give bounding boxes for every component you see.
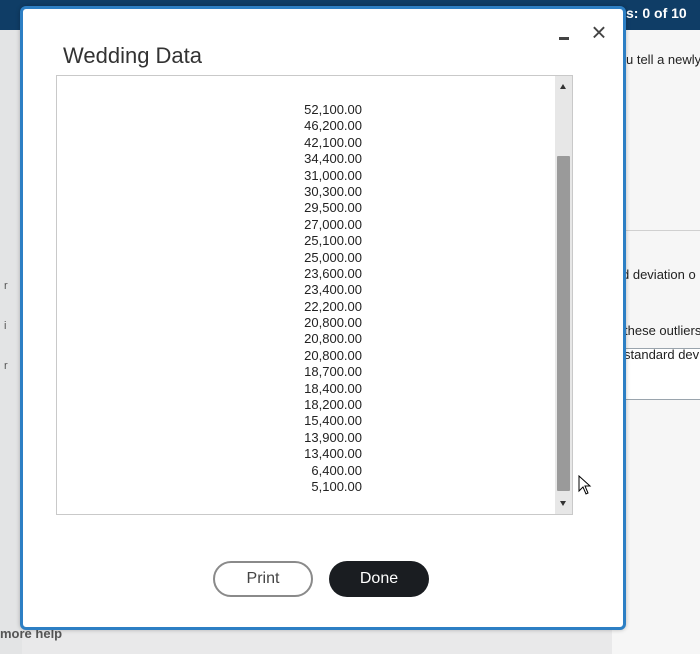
list-item: 22,200.00 (304, 298, 362, 314)
background-answer-text: these outliers (624, 323, 700, 338)
list-item: 34,400.00 (304, 151, 362, 167)
scroll-down-arrow-icon[interactable] (560, 501, 566, 506)
background-question-text: d deviation o (622, 267, 696, 282)
list-item: 20,800.00 (304, 331, 362, 347)
list-item: 30,300.00 (304, 183, 362, 199)
list-item: 18,700.00 (304, 364, 362, 380)
list-item: 25,000.00 (304, 249, 362, 265)
list-item: 13,400.00 (304, 446, 362, 462)
list-item: 52,100.00 (304, 102, 362, 117)
scrollbar-thumb[interactable] (557, 156, 570, 491)
close-icon[interactable]: × (587, 19, 611, 45)
left-background-page: r i r (0, 30, 22, 654)
list-item: 42,100.00 (304, 134, 362, 150)
print-button[interactable]: Print (213, 561, 313, 597)
data-values-list: 52,100.00 46,200.00 42,100.00 34,400.00 31,0… (242, 102, 362, 495)
scrollbar[interactable] (555, 76, 572, 514)
list-item: 25,100.00 (304, 233, 362, 249)
minimize-icon[interactable] (557, 29, 571, 43)
list-item: 20,800.00 (304, 347, 362, 363)
list-item: 6,400.00 (311, 462, 362, 478)
list-item: 27,000.00 (304, 216, 362, 232)
background-answer-text: standard dev (624, 347, 700, 362)
scroll-up-arrow-icon[interactable] (560, 84, 566, 89)
wedding-data-dialog: Wedding Data × 52,100.00 46,200.00 42,100.… (20, 6, 626, 630)
list-item: 18,200.00 (304, 397, 362, 413)
data-list-panel: 52,100.00 46,200.00 42,100.00 34,400.00 31,0… (56, 75, 573, 515)
list-item: 18,400.00 (304, 380, 362, 396)
mouse-cursor-icon (578, 475, 592, 495)
list-item: 13,900.00 (304, 429, 362, 445)
list-item: 23,600.00 (304, 265, 362, 281)
background-mark: i (4, 320, 7, 332)
background-mark: r (4, 280, 8, 292)
background-question-text: u tell a newly (626, 52, 700, 67)
done-button[interactable]: Done (329, 561, 429, 597)
list-item: 15,400.00 (304, 413, 362, 429)
dialog-title: Wedding Data (63, 43, 203, 68)
list-item: 31,000.00 (304, 167, 362, 183)
background-mark: r (4, 360, 8, 372)
list-item: 46,200.00 (304, 118, 362, 134)
list-item: 5,100.00 (311, 478, 362, 494)
score-text: s: 0 of 10 (626, 5, 687, 21)
list-item: 23,400.00 (304, 282, 362, 298)
list-item: 20,800.00 (304, 315, 362, 331)
list-item: 29,500.00 (304, 200, 362, 216)
